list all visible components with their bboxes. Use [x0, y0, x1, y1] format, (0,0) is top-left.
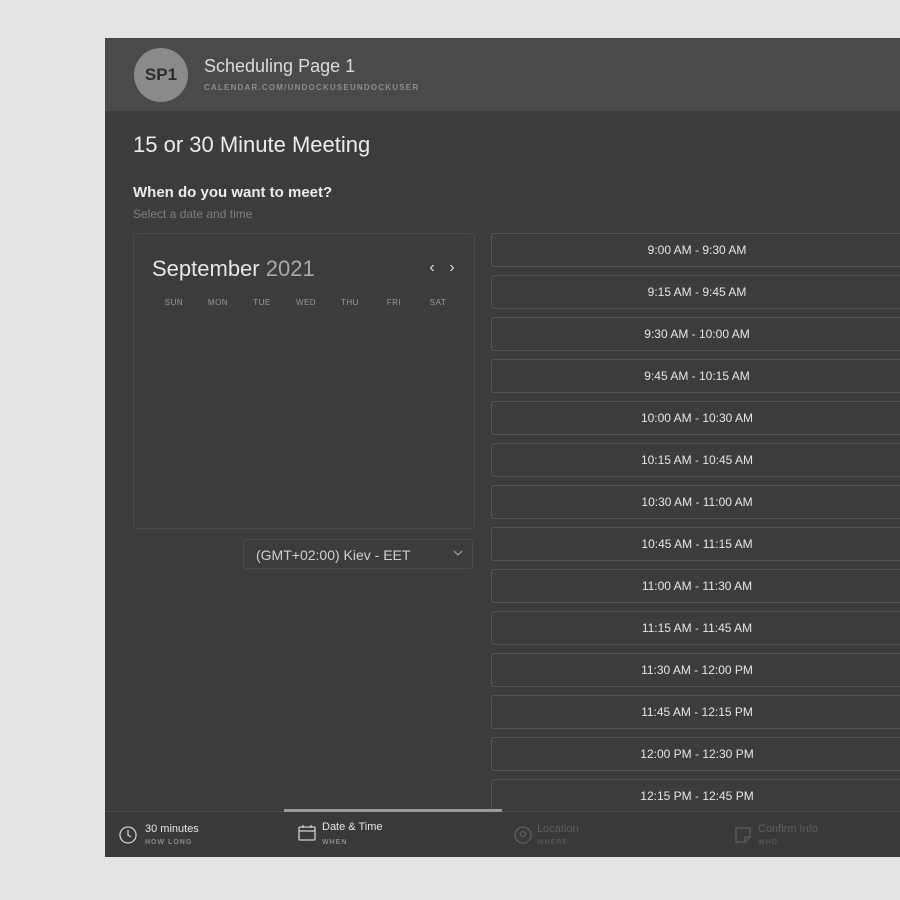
step-sublabel: WHERE: [537, 839, 569, 846]
year-label: 2021: [265, 256, 315, 281]
step-progress-bar: 30 minutes HOW LONG Date & Time WHEN Loc…: [105, 809, 900, 857]
month-year-heading: September 2021: [152, 256, 315, 282]
step-duration[interactable]: 30 minutes HOW LONG: [118, 812, 278, 857]
scheduling-page-url[interactable]: CALENDAR.COM/UNDOCKUSEUNDOCKUSER: [204, 83, 419, 92]
next-month-button[interactable]: ›: [444, 258, 460, 278]
weekday-label: FRI: [386, 298, 402, 307]
step-sublabel: WHO: [758, 839, 779, 846]
month-label: September: [152, 256, 260, 281]
time-slot-button[interactable]: 9:30 AM - 10:00 AM: [491, 317, 900, 351]
weekday-label: MON: [207, 298, 229, 307]
step-location[interactable]: Location WHERE: [513, 812, 693, 857]
weekday-header: SUN MON TUE WED THU FRI SAT: [156, 298, 456, 307]
time-slot-button[interactable]: 10:15 AM - 10:45 AM: [491, 443, 900, 477]
time-slot-button[interactable]: 11:45 AM - 12:15 PM: [491, 695, 900, 729]
avatar: SP1: [134, 48, 188, 102]
time-slot-button[interactable]: 9:15 AM - 9:45 AM: [491, 275, 900, 309]
step-sublabel: HOW LONG: [145, 839, 193, 846]
timezone-value: (GMT+02:00) Kiev - EET: [256, 547, 411, 563]
page-header: SP1 Scheduling Page 1 CALENDAR.COM/UNDOC…: [105, 38, 900, 111]
time-slot-button[interactable]: 11:00 AM - 11:30 AM: [491, 569, 900, 603]
time-slot-button[interactable]: 10:00 AM - 10:30 AM: [491, 401, 900, 435]
chevron-down-icon: [453, 550, 463, 556]
clock-icon: [119, 826, 137, 844]
step-label: Location: [537, 823, 579, 835]
weekday-label: TUE: [253, 298, 271, 307]
prev-month-button[interactable]: ‹: [424, 258, 440, 278]
time-slot-button[interactable]: 9:00 AM - 9:30 AM: [491, 233, 900, 267]
calendar-icon: [298, 825, 316, 841]
date-picker: September 2021 ‹ › SUN MON TUE WED THU F…: [133, 233, 475, 529]
step-label: 30 minutes: [145, 823, 199, 835]
weekday-label: SAT: [429, 298, 447, 307]
scheduling-page-name: Scheduling Page 1: [204, 56, 356, 76]
time-slot-button[interactable]: 11:15 AM - 11:45 AM: [491, 611, 900, 645]
meeting-title: 15 or 30 Minute Meeting: [133, 132, 371, 157]
time-slot-button[interactable]: 10:45 AM - 11:15 AM: [491, 527, 900, 561]
time-slot-button[interactable]: 12:15 PM - 12:45 PM: [491, 779, 900, 813]
location-pin-icon: [514, 826, 532, 844]
step-confirm-info[interactable]: Confirm Info WHO: [733, 812, 898, 857]
timezone-select[interactable]: (GMT+02:00) Kiev - EET: [243, 539, 473, 569]
time-slot-button[interactable]: 10:30 AM - 11:00 AM: [491, 485, 900, 519]
time-slot-button[interactable]: 11:30 AM - 12:00 PM: [491, 653, 900, 687]
weekday-label: SUN: [164, 298, 184, 307]
step-date-time[interactable]: Date & Time WHEN: [297, 812, 477, 857]
step-label: Confirm Info: [758, 823, 818, 835]
when-question: When do you want to meet?: [133, 184, 333, 201]
select-hint: Select a date and time: [133, 207, 253, 221]
note-icon: [735, 827, 751, 843]
step-sublabel: WHEN: [322, 839, 348, 846]
weekday-label: WED: [295, 298, 317, 307]
step-label: Date & Time: [322, 821, 383, 833]
time-slot-button[interactable]: 12:00 PM - 12:30 PM: [491, 737, 900, 771]
scheduling-panel: SP1 Scheduling Page 1 CALENDAR.COM/UNDOC…: [105, 38, 900, 857]
weekday-label: THU: [341, 298, 359, 307]
time-slot-button[interactable]: 9:45 AM - 10:15 AM: [491, 359, 900, 393]
